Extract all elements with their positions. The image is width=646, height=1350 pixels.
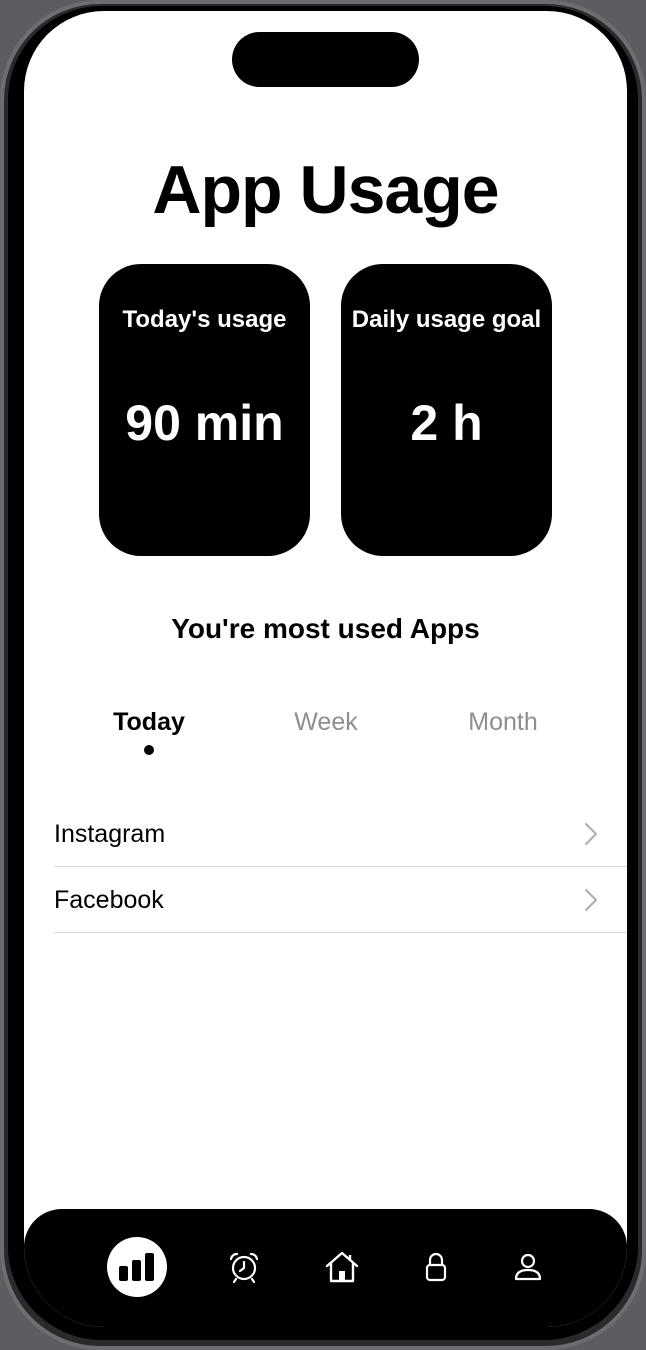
selected-segment-indicator	[144, 745, 154, 755]
tab-lock[interactable]	[421, 1209, 451, 1325]
app-name: Instagram	[54, 820, 166, 848]
segment-month[interactable]: Month	[428, 708, 578, 737]
tab-profile[interactable]	[511, 1209, 545, 1325]
daily-goal-label: Daily usage goal	[351, 306, 542, 333]
app-row-instagram[interactable]: Instagram	[54, 801, 627, 867]
lock-icon	[425, 1252, 447, 1282]
todays-usage-label: Today's usage	[122, 306, 287, 333]
selected-tab-highlight	[107, 1237, 167, 1297]
person-icon	[514, 1253, 542, 1281]
daily-goal-value: 2 h	[410, 395, 483, 451]
most-used-apps-heading: You're most used Apps	[171, 613, 480, 644]
home-icon	[325, 1251, 359, 1283]
tab-alarm[interactable]	[224, 1209, 264, 1325]
bar-chart-icon	[119, 1253, 154, 1281]
tab-bar	[24, 1209, 627, 1327]
tab-home[interactable]	[322, 1209, 362, 1325]
tab-usage[interactable]	[107, 1209, 167, 1325]
page-title: App Usage	[152, 152, 499, 228]
daily-goal-card[interactable]: Daily usage goal 2 h	[341, 264, 552, 556]
todays-usage-card[interactable]: Today's usage 90 min	[99, 264, 310, 556]
chevron-right-icon	[585, 889, 597, 911]
segment-week[interactable]: Week	[251, 708, 401, 737]
todays-usage-value: 90 min	[125, 395, 284, 451]
segment-today[interactable]: Today	[74, 708, 224, 737]
app-row-facebook[interactable]: Facebook	[54, 867, 627, 933]
chevron-right-icon	[585, 823, 597, 845]
app-name: Facebook	[54, 886, 164, 914]
app-screen: App Usage Today's usage 90 min Daily usa…	[24, 11, 627, 1327]
dynamic-island	[232, 32, 419, 87]
alarm-clock-icon	[229, 1252, 259, 1283]
